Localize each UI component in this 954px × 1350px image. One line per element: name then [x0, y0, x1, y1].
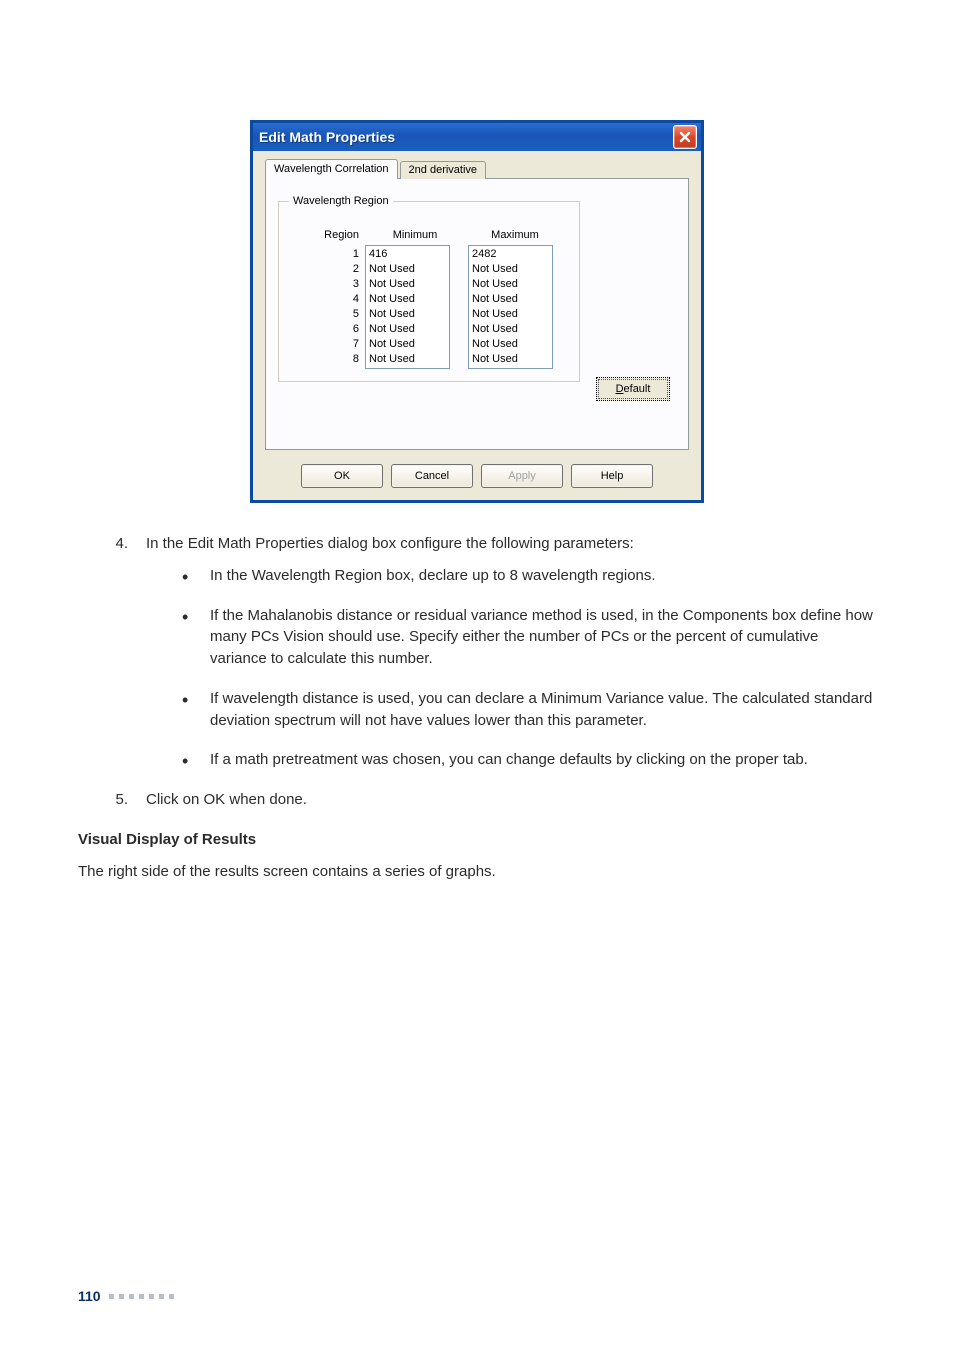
step-5: 5. Click on OK when done. — [78, 789, 876, 811]
wavelength-region-legend: Wavelength Region — [289, 195, 393, 207]
tab-wavelength-correlation[interactable]: Wavelength Correlation — [265, 159, 398, 179]
document-body: 4. In the Edit Math Properties dialog bo… — [78, 533, 876, 882]
close-button[interactable] — [673, 125, 697, 149]
list-item[interactable]: Not Used — [472, 262, 549, 277]
region-index: 6 — [353, 322, 359, 337]
section-paragraph: The right side of the results screen con… — [78, 861, 876, 883]
maximum-header: Maximum — [465, 229, 565, 241]
list-item[interactable]: Not Used — [472, 352, 549, 367]
list-item[interactable]: 416 — [369, 247, 446, 262]
step-text: Click on OK when done. — [146, 789, 876, 811]
page-number: 110 — [78, 1288, 101, 1304]
step-text: In the Edit Math Properties dialog box c… — [146, 533, 876, 555]
dialog-title: Edit Math Properties — [259, 129, 673, 145]
dialog-button-row: OK Cancel Apply Help — [265, 464, 689, 488]
list-item[interactable]: Not Used — [369, 322, 446, 337]
list-item[interactable]: Not Used — [472, 307, 549, 322]
wavelength-region-group: Wavelength Region Region Minimum Maximum… — [278, 195, 580, 382]
page-footer: 110 — [78, 1288, 174, 1304]
help-button[interactable]: Help — [571, 464, 653, 488]
list-item[interactable]: Not Used — [369, 262, 446, 277]
region-index: 2 — [353, 262, 359, 277]
default-button-mnemonic: D — [616, 383, 624, 395]
section-heading: Visual Display of Results — [78, 829, 876, 851]
step-number: 4. — [78, 533, 146, 555]
region-header: Region — [289, 229, 365, 241]
list-item[interactable]: Not Used — [369, 337, 446, 352]
step-4: 4. In the Edit Math Properties dialog bo… — [78, 533, 876, 555]
edit-math-properties-dialog: Edit Math Properties Wavelength Correlat… — [250, 120, 704, 503]
close-icon — [679, 131, 691, 143]
dialog-titlebar[interactable]: Edit Math Properties — [253, 123, 701, 151]
bullet-item: If the Mahalanobis distance or residual … — [182, 605, 876, 670]
maximum-listbox[interactable]: 2482 Not Used Not Used Not Used Not Used… — [468, 245, 553, 369]
bullet-item: If wavelength distance is used, you can … — [182, 688, 876, 732]
default-button-rest: efault — [624, 383, 651, 395]
tab-panel: Wavelength Region Region Minimum Maximum… — [265, 178, 689, 450]
list-item[interactable]: Not Used — [369, 352, 446, 367]
list-item[interactable]: Not Used — [369, 292, 446, 307]
step-number: 5. — [78, 789, 146, 811]
region-index-column: 1 2 3 4 5 6 7 8 — [289, 245, 365, 369]
list-item[interactable]: Not Used — [369, 307, 446, 322]
region-index: 3 — [353, 277, 359, 292]
default-button[interactable]: Default — [596, 377, 670, 401]
bullet-item: In the Wavelength Region box, declare up… — [182, 565, 876, 587]
region-index: 5 — [353, 307, 359, 322]
list-item[interactable]: Not Used — [472, 277, 549, 292]
footer-dots-icon — [109, 1294, 174, 1299]
region-header-row: Region Minimum Maximum — [289, 229, 569, 241]
region-index: 4 — [353, 292, 359, 307]
list-item[interactable]: Not Used — [472, 322, 549, 337]
ok-button[interactable]: OK — [301, 464, 383, 488]
cancel-button[interactable]: Cancel — [391, 464, 473, 488]
bullet-item: If a math pretreatment was chosen, you c… — [182, 749, 876, 771]
list-item[interactable]: Not Used — [472, 337, 549, 352]
minimum-listbox[interactable]: 416 Not Used Not Used Not Used Not Used … — [365, 245, 450, 369]
minimum-header: Minimum — [365, 229, 465, 241]
list-item[interactable]: Not Used — [472, 292, 549, 307]
step-4-bullets: In the Wavelength Region box, declare up… — [78, 565, 876, 771]
apply-button: Apply — [481, 464, 563, 488]
region-index: 1 — [353, 247, 359, 262]
list-item[interactable]: Not Used — [369, 277, 446, 292]
region-index: 8 — [353, 352, 359, 367]
tab-strip: Wavelength Correlation 2nd derivative — [265, 159, 689, 179]
list-item[interactable]: 2482 — [472, 247, 549, 262]
tab-2nd-derivative[interactable]: 2nd derivative — [400, 161, 487, 179]
region-index: 7 — [353, 337, 359, 352]
